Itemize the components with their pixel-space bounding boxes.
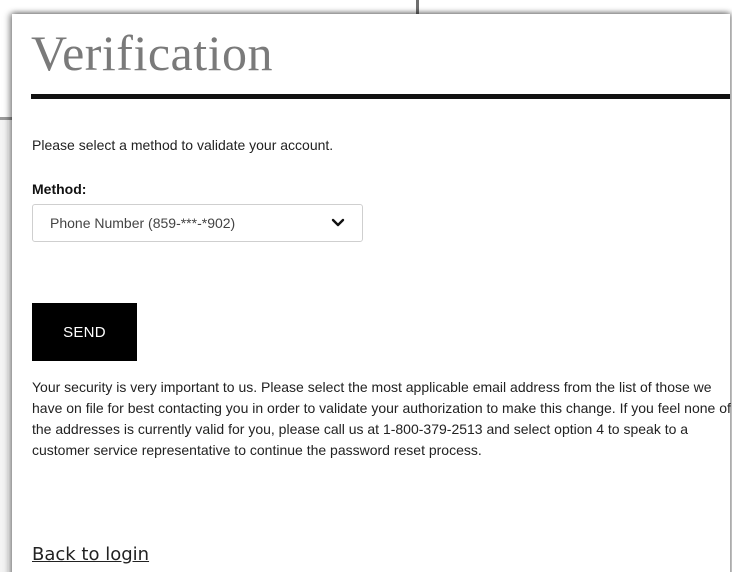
title-divider	[31, 94, 730, 99]
verification-dialog: Verification Please select a method to v…	[12, 14, 731, 572]
background-divider	[416, 0, 419, 14]
chevron-down-icon	[331, 218, 345, 227]
method-select[interactable]: Phone Number (859-***-*902)	[32, 204, 363, 242]
method-select-value: Phone Number (859-***-*902)	[50, 215, 236, 231]
background-sidebar	[0, 120, 8, 572]
page-title: Verification	[31, 25, 274, 81]
background-page-header	[0, 0, 732, 14]
send-button[interactable]: SEND	[32, 303, 137, 361]
security-info-text: Your security is very important to us. P…	[32, 379, 731, 458]
method-label: Method:	[32, 181, 87, 197]
instruction-text: Please select a method to validate your …	[32, 137, 334, 153]
back-to-login-link[interactable]: Back to login	[32, 544, 149, 565]
page: Verification Please select a method to v…	[0, 0, 732, 572]
